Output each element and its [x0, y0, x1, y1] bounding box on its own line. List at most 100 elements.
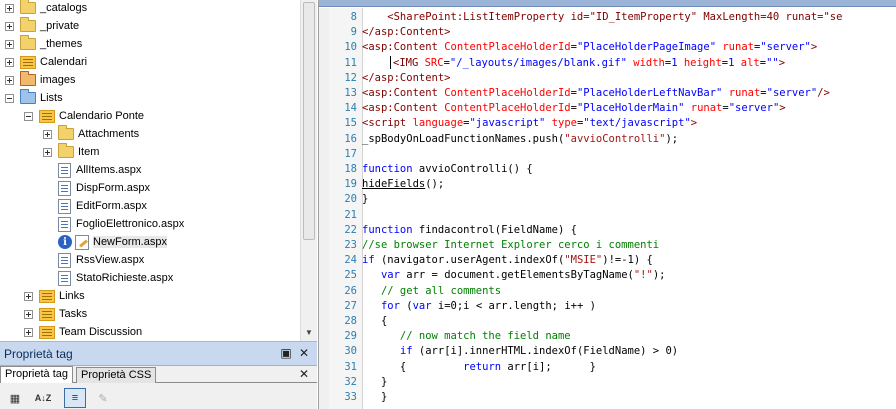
file-icon	[58, 270, 71, 286]
code-line[interactable]: 8 <SharePoint:ListItemProperty id="ID_It…	[319, 10, 896, 25]
code-line[interactable]: 18 function avvioControlli() {	[319, 162, 896, 177]
code-line[interactable]: 24 if (navigator.userAgent.indexOf("MSIE"…	[319, 253, 896, 268]
file-icon	[58, 180, 71, 196]
tree-item[interactable]: _themes	[5, 35, 82, 53]
code-line[interactable]: 13 <asp:Content ContentPlaceHolderId="Pla…	[319, 86, 896, 101]
code-token: ""	[766, 56, 779, 69]
tree-item-label: Calendario Ponte	[59, 110, 145, 122]
tree-scrollbar-thumb[interactable]	[303, 2, 315, 240]
code-token: "PlaceHolderLeftNavBar"	[576, 87, 723, 99]
code-text: if (navigator.userAgent.indexOf("MSIE")!…	[362, 253, 653, 268]
code-token: />	[817, 87, 830, 99]
code-token: (navigator.userAgent.indexOf(	[374, 254, 565, 267]
tree-item[interactable]: AllItems.aspx	[43, 161, 141, 179]
expand-icon[interactable]	[5, 3, 14, 13]
folder-tree[interactable]: _catalogs _private _themes Calendari images L…	[0, 0, 300, 341]
tree-item[interactable]: Lists	[5, 89, 63, 107]
quick-tag-selector[interactable]	[319, 0, 896, 7]
tree-item-label: Lists	[40, 92, 63, 104]
tree-item-label: DispForm.aspx	[76, 182, 150, 194]
code-line[interactable]: 20}	[319, 192, 896, 207]
code-line[interactable]: 29 // now match the field name	[319, 329, 896, 344]
expand-icon[interactable]	[5, 75, 14, 85]
code-line[interactable]: 23 //se browser Internet Explorer cerco i…	[319, 238, 896, 253]
categorized-icon[interactable]: ▦	[4, 388, 26, 408]
expand-icon[interactable]	[24, 309, 33, 319]
code-line[interactable]: 31 { return arr[i]; }	[319, 360, 896, 375]
expand-icon[interactable]	[5, 57, 14, 67]
sort-alphabetical-icon[interactable]: A↓Z	[32, 388, 54, 408]
expand-icon[interactable]	[24, 291, 33, 301]
code-line[interactable]: 28 {	[319, 314, 896, 329]
scroll-down-arrow-icon[interactable]: ▼	[301, 324, 317, 341]
line-number: 11	[344, 56, 357, 69]
tree-item[interactable]: Attachments	[43, 125, 139, 143]
list-icon	[39, 307, 55, 321]
code-line[interactable]: 17	[319, 147, 896, 162]
line-number: 9	[350, 26, 357, 39]
expand-icon[interactable]	[24, 327, 33, 337]
tree-item[interactable]: Calendario Ponte	[24, 107, 144, 125]
tree-item[interactable]: _private	[5, 17, 79, 35]
code-line[interactable]: 12 </asp:Content>	[319, 71, 896, 86]
close-icon[interactable]: ✕	[298, 346, 310, 360]
code-lines[interactable]: 8 <SharePoint:ListItemProperty id="ID_It…	[319, 8, 896, 409]
code-line[interactable]: 25 var arr = document.getElementsByTagNa…	[319, 268, 896, 283]
expand-icon[interactable]	[5, 21, 14, 31]
show-set-properties-icon[interactable]: ≡	[64, 388, 86, 408]
code-token: }	[362, 375, 388, 388]
code-line[interactable]: 10 <asp:Content ContentPlaceHolderId="Pla…	[319, 40, 896, 55]
tree-item[interactable]: Tasks	[24, 305, 87, 323]
line-number: 28	[344, 315, 357, 327]
restore-window-icon[interactable]: ▣	[280, 346, 292, 360]
code-line[interactable]: 9 </asp:Content>	[319, 25, 896, 40]
code-line[interactable]: 33 }	[319, 390, 896, 405]
tree-item-label: AllItems.aspx	[76, 164, 142, 176]
code-line[interactable]: 14 <asp:Content ContentPlaceHolderId="Pla…	[319, 101, 896, 116]
tree-item[interactable]: Item	[43, 143, 99, 161]
tree-item[interactable]: Calendari	[5, 53, 87, 71]
tab-tag-properties[interactable]: Proprietà tag	[0, 366, 73, 383]
code-line[interactable]: 27 for (var i=0;i < arr.length; i++ )	[319, 299, 896, 314]
tree-scrollbar[interactable]: ▼	[300, 0, 317, 341]
code-text: </asp:Content>	[362, 71, 451, 86]
code-token: height	[683, 56, 722, 69]
line-number: 8	[350, 11, 357, 23]
tag-properties-panel: Proprietà tag ▣ ✕ Proprietà tag Propriet…	[0, 341, 317, 409]
tree-item[interactable]: _catalogs	[5, 0, 87, 17]
code-token: runat	[728, 87, 761, 99]
code-line[interactable]: 11 <IMG SRC="/_layouts/images/blank.gif" …	[319, 56, 896, 71]
tree-item[interactable]: Team Discussion	[24, 323, 142, 341]
expand-icon[interactable]	[5, 39, 14, 49]
line-number: 33	[344, 391, 357, 403]
tree-item[interactable]: RssView.aspx	[43, 251, 144, 269]
code-line[interactable]: 16 _spBodyOnLoadFunctionNames.push("avvio…	[319, 132, 896, 147]
code-token: return	[463, 360, 502, 373]
code-line[interactable]: 21	[319, 208, 896, 223]
code-token: ContentPlaceHolderId	[444, 87, 571, 99]
code-line[interactable]: 26 // get all comments	[319, 284, 896, 299]
tree-item[interactable]: EditForm.aspx	[43, 197, 147, 215]
collapse-icon[interactable]	[5, 93, 14, 103]
tree-item[interactable]: StatoRichieste.aspx	[43, 269, 173, 287]
collapse-icon[interactable]	[24, 111, 33, 121]
code-token: (arr[i].innerHTML.indexOf(FieldName) > 0…	[412, 345, 679, 358]
expand-icon[interactable]	[43, 129, 52, 139]
code-editor[interactable]: 8 <SharePoint:ListItemProperty id="ID_It…	[318, 0, 896, 409]
tab-css-properties[interactable]: Proprietà CSS	[76, 367, 157, 383]
code-line[interactable]: 22 function findacontrol(FieldName) {	[319, 223, 896, 238]
code-line[interactable]: 30 if (arr[i].innerHTML.indexOf(FieldNam…	[319, 344, 896, 359]
list-icon	[39, 109, 55, 123]
tree-item[interactable]: Links	[24, 287, 85, 305]
code-line[interactable]: 19 hideFields();	[319, 177, 896, 192]
code-line[interactable]: 15 <script language="javascript" type="te…	[319, 116, 896, 131]
close-tab-icon[interactable]: ✕	[298, 367, 310, 381]
tree-item[interactable]: images	[5, 71, 75, 89]
tree-item[interactable]: DispForm.aspx	[43, 179, 150, 197]
expand-icon[interactable]	[43, 147, 52, 157]
tree-item[interactable]: FoglioElettronico.aspx	[43, 215, 184, 233]
properties-toolbar: ▦ A↓Z ≡ ✎	[0, 384, 317, 409]
tree-item[interactable]: i NewForm.aspx	[43, 233, 167, 251]
property-pages-icon[interactable]: ✎	[92, 388, 114, 408]
code-line[interactable]: 32 }	[319, 375, 896, 390]
